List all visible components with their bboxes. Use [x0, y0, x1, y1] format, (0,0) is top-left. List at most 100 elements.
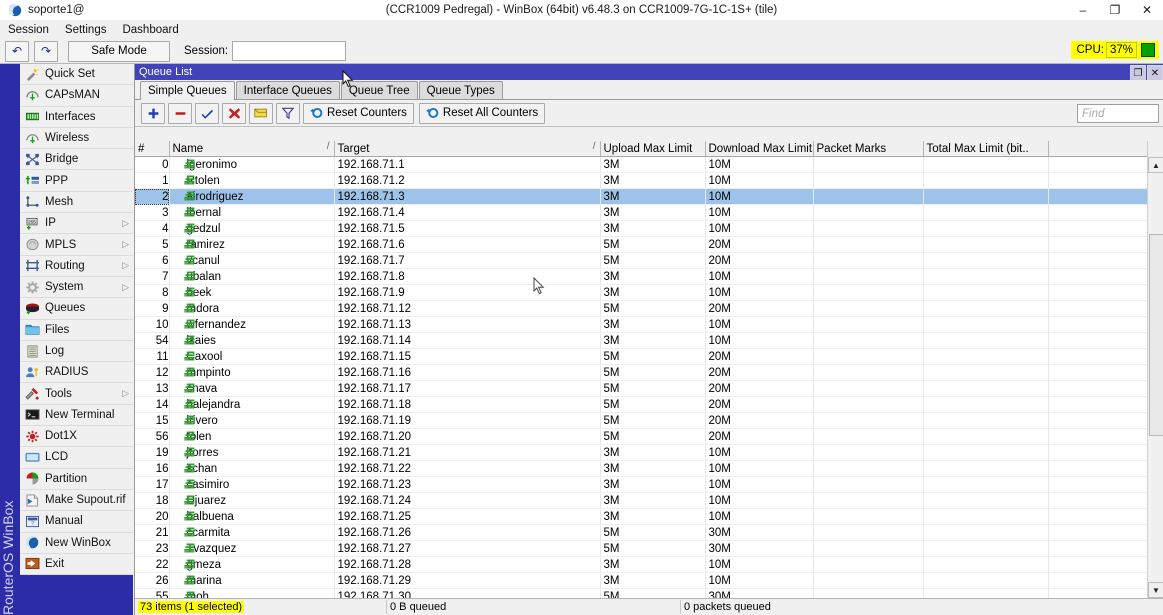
column-header-name[interactable]: Name/ [169, 141, 334, 157]
window-controls: – ❐ ✕ [1067, 0, 1163, 20]
comment-button[interactable] [249, 103, 273, 124]
column-header-download-max-limit[interactable]: Download Max Limit [705, 141, 813, 157]
cell-target: 192.168.71.8 [334, 269, 600, 285]
table-row[interactable]: 12mmpinto192.168.71.165M20M [135, 365, 1148, 381]
table-row[interactable]: 17casimiro192.168.71.233M10M [135, 477, 1148, 493]
table-row[interactable]: 2airodriguez192.168.71.33M10M [135, 189, 1148, 205]
session-input[interactable] [232, 41, 346, 61]
table-row[interactable]: 54isaies192.168.71.143M10M [135, 333, 1148, 349]
scroll-thumb[interactable] [1149, 234, 1163, 436]
queue-close-button[interactable]: ✕ [1147, 65, 1163, 81]
table-row[interactable]: 1Rtolen192.168.71.23M10M [135, 173, 1148, 189]
simple-queue-icon [184, 335, 195, 345]
sidebar-item-manual[interactable]: ?Manual [20, 511, 133, 532]
tab-queue-tree[interactable]: Queue Tree [341, 81, 418, 99]
column-header-packet-marks[interactable]: Packet Marks [813, 141, 923, 157]
redo-button[interactable]: ↷ [34, 41, 58, 62]
column-header-target[interactable]: Target/ [334, 141, 600, 157]
safe-mode-button[interactable]: Safe Mode [68, 41, 170, 62]
table-row[interactable]: 13cnava192.168.71.175M20M [135, 381, 1148, 397]
add-button[interactable] [141, 103, 165, 124]
table-row[interactable]: 55moh192.168.71.305M30M [135, 589, 1148, 599]
table-row[interactable]: 21ccarmita192.168.71.265M30M [135, 525, 1148, 541]
sidebar-item-radius[interactable]: RADIUS [20, 362, 133, 383]
table-row[interactable]: 19jtorres192.168.71.213M10M [135, 445, 1148, 461]
menu-settings[interactable]: Settings [57, 22, 115, 38]
sidebar-item-dot1x[interactable]: Dot1X [20, 426, 133, 447]
table-row[interactable]: 16schan192.168.71.223M10M [135, 461, 1148, 477]
minimize-button[interactable]: – [1067, 0, 1099, 20]
cell-name: ubalan [169, 269, 334, 285]
close-button[interactable]: ✕ [1131, 0, 1163, 20]
table-row[interactable]: 15lrivero192.168.71.195M20M [135, 413, 1148, 429]
reset-all-counters-button[interactable]: Reset All Counters [419, 103, 545, 124]
table-row[interactable]: 26marina192.168.71.293M10M [135, 573, 1148, 589]
table-row[interactable]: 0lgeronimo192.168.71.13M10M [135, 157, 1148, 173]
table-row[interactable]: 56tolen192.168.71.205M20M [135, 429, 1148, 445]
table-row[interactable]: 11Caxool192.168.71.155M20M [135, 349, 1148, 365]
sidebar-item-new-terminal[interactable]: New Terminal [20, 405, 133, 426]
remove-button[interactable] [168, 103, 192, 124]
table-row[interactable]: 20balbuena192.168.71.253M10M [135, 509, 1148, 525]
table-vertical-scrollbar[interactable]: ▲ ▼ [1147, 141, 1163, 598]
sidebar-item-capsman[interactable]: CAPsMAN [20, 85, 133, 106]
cell-blank [1048, 349, 1148, 365]
sidebar-item-routing[interactable]: Routing▷ [20, 256, 133, 277]
column-header-total-max-limit-bit[interactable]: Total Max Limit (bit.. [923, 141, 1048, 157]
sidebar-item-ppp[interactable]: PPP [20, 170, 133, 191]
table-row[interactable]: 3ibernal192.168.71.43M10M [135, 205, 1148, 221]
column-header-[interactable]: # [135, 141, 169, 157]
table-row[interactable]: 14halejandra192.168.71.185M20M [135, 397, 1148, 413]
table-row[interactable]: 7ubalan192.168.71.83M10M [135, 269, 1148, 285]
tab-interface-queues[interactable]: Interface Queues [236, 81, 340, 99]
table-row[interactable]: 8beek192.168.71.93M10M [135, 285, 1148, 301]
table-row[interactable]: 4gedzul192.168.71.53M10M [135, 221, 1148, 237]
sidebar-item-lcd[interactable]: LCD [20, 447, 133, 468]
sidebar-item-new-winbox[interactable]: New WinBox [20, 533, 133, 554]
sidebar-item-partition[interactable]: Partition [20, 469, 133, 490]
table-row[interactable]: 22gmeza192.168.71.283M10M [135, 557, 1148, 573]
tab-queue-types[interactable]: Queue Types [419, 81, 503, 99]
cell-upload-max-limit: 3M [600, 445, 705, 461]
sidebar-item-exit[interactable]: Exit [20, 554, 133, 575]
sidebar-item-queues[interactable]: Queues [20, 298, 133, 319]
sidebar-item-mpls[interactable]: MPLS▷ [20, 234, 133, 255]
sidebar-item-system[interactable]: System▷ [20, 277, 133, 298]
cell-index: 23 [135, 541, 169, 557]
scroll-down-arrow[interactable]: ▼ [1148, 582, 1163, 598]
table-row[interactable]: 23Tvazquez192.168.71.275M30M [135, 541, 1148, 557]
reset-counters-button[interactable]: Reset Counters [303, 103, 414, 124]
table-row[interactable]: 9mdora192.168.71.125M20M [135, 301, 1148, 317]
sidebar-item-files[interactable]: Files [20, 320, 133, 341]
cell-blank [1048, 237, 1148, 253]
filter-button[interactable] [276, 103, 300, 124]
sidebar-item-ip[interactable]: 255IP▷ [20, 213, 133, 234]
sidebar-item-quick-set[interactable]: Quick Set [20, 64, 133, 85]
sidebar-item-tools[interactable]: Tools▷ [20, 383, 133, 404]
sidebar-item-interfaces[interactable]: Interfaces [20, 107, 133, 128]
cell-index: 7 [135, 269, 169, 285]
column-header-upload-max-limit[interactable]: Upload Max Limit [600, 141, 705, 157]
table-row[interactable]: 10wfernandez192.168.71.133M10M [135, 317, 1148, 333]
queue-restore-button[interactable]: ❐ [1130, 65, 1146, 81]
table-row[interactable]: 6vcanul192.168.71.75M20M [135, 253, 1148, 269]
disable-button[interactable] [222, 103, 246, 124]
menu-session[interactable]: Session [0, 22, 57, 38]
column-header-blank[interactable] [1048, 141, 1148, 157]
maximize-restore-button[interactable]: ❐ [1099, 0, 1131, 20]
sidebar-item-wireless[interactable]: Wireless [20, 128, 133, 149]
cell-target: 192.168.71.26 [334, 525, 600, 541]
sidebar-item-make-supout-rif[interactable]: Make Supout.rif [20, 490, 133, 511]
menu-dashboard[interactable]: Dashboard [114, 22, 186, 38]
sidebar-item-bridge[interactable]: Bridge [20, 149, 133, 170]
sidebar-item-mesh[interactable]: Mesh [20, 192, 133, 213]
table-row[interactable]: 5ramirez192.168.71.65M20M [135, 237, 1148, 253]
table-row[interactable]: 18Djuarez192.168.71.243M10M [135, 493, 1148, 509]
tab-simple-queues[interactable]: Simple Queues [140, 81, 235, 100]
undo-button[interactable]: ↶ [5, 41, 29, 62]
queue-window-titlebar[interactable]: Queue List ❐ ✕ [135, 64, 1163, 80]
find-input[interactable]: Find [1077, 104, 1159, 123]
enable-button[interactable] [195, 103, 219, 124]
scroll-up-arrow[interactable]: ▲ [1148, 157, 1163, 173]
sidebar-item-log[interactable]: Log [20, 341, 133, 362]
